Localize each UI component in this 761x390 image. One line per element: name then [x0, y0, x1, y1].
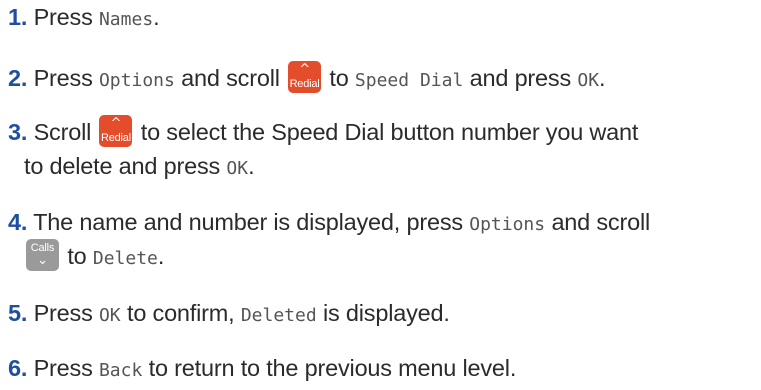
lcd-text-names: Names [98, 9, 154, 30]
step-6: 6. Press Back to return to the previous … [8, 351, 758, 388]
lcd-text-options: Options [469, 214, 546, 235]
calls-key-icon: Calls ⌄ [26, 239, 59, 271]
lcd-text-delete: Delete [92, 248, 158, 269]
down-arrow-icon: ⌄ [37, 253, 48, 268]
step-4-continued: Calls ⌄ to Delete. [24, 239, 761, 276]
step-text: and scroll [174, 65, 287, 91]
redial-key-label: Redial [100, 132, 131, 144]
step-text: is displayed. [316, 300, 450, 326]
up-arrow-icon: ^ [110, 116, 122, 131]
step-text: . [153, 4, 160, 30]
step-text: to select the Speed Dial button number y… [134, 119, 639, 145]
step-1: 1. Press Names. [8, 0, 758, 37]
step-text: to confirm, [120, 300, 241, 326]
step-text: to [323, 65, 355, 91]
step-text: . [599, 65, 606, 91]
lcd-text-ok: OK [577, 70, 600, 91]
step-text: . [157, 243, 165, 269]
step-text: Scroll [33, 119, 98, 145]
step-text: Press [33, 355, 99, 381]
step-5: 5. Press OK to confirm, Deleted is displ… [8, 296, 758, 333]
up-arrow-icon: ^ [299, 62, 310, 77]
step-number: 4. [8, 209, 28, 235]
step-text: and scroll [545, 209, 651, 235]
lcd-text-options: Options [98, 70, 175, 91]
step-text: . [248, 153, 255, 179]
step-number: 2. [8, 65, 28, 91]
step-2: 2. Press Options and scroll ^ Redial to S… [8, 61, 758, 98]
step-4: 4. The name and number is displayed, pre… [8, 205, 758, 242]
step-text: Press [33, 65, 99, 91]
step-text: Press [33, 300, 99, 326]
redial-key-icon: ^ Redial [288, 61, 322, 93]
lcd-text-back: Back [98, 360, 143, 381]
step-number: 1. [8, 4, 28, 30]
step-number: 3. [8, 119, 28, 145]
step-number: 5. [8, 300, 28, 326]
step-text: Press [33, 4, 99, 30]
step-3-continued: to delete and press OK. [24, 149, 761, 186]
lcd-text-ok: OK [226, 158, 249, 179]
step-number: 6. [8, 355, 28, 381]
step-3: 3. Scroll ^ Redial to select the Speed Di… [8, 115, 758, 149]
step-text: The name and number is displayed, press [33, 209, 470, 235]
lcd-text-deleted: Deleted [240, 305, 317, 326]
step-text: to [61, 243, 93, 269]
step-text: to delete and press [24, 153, 227, 179]
instruction-steps: 1. Press Names. 2. Press Options and scr… [0, 0, 761, 390]
step-text: and press [463, 65, 578, 91]
redial-key-label: Redial [289, 78, 320, 90]
step-text: to return to the previous menu level. [142, 355, 517, 381]
lcd-text-ok: OK [98, 305, 121, 326]
lcd-text-speed-dial: Speed Dial [354, 70, 464, 91]
redial-key-icon: ^ Redial [99, 115, 133, 147]
